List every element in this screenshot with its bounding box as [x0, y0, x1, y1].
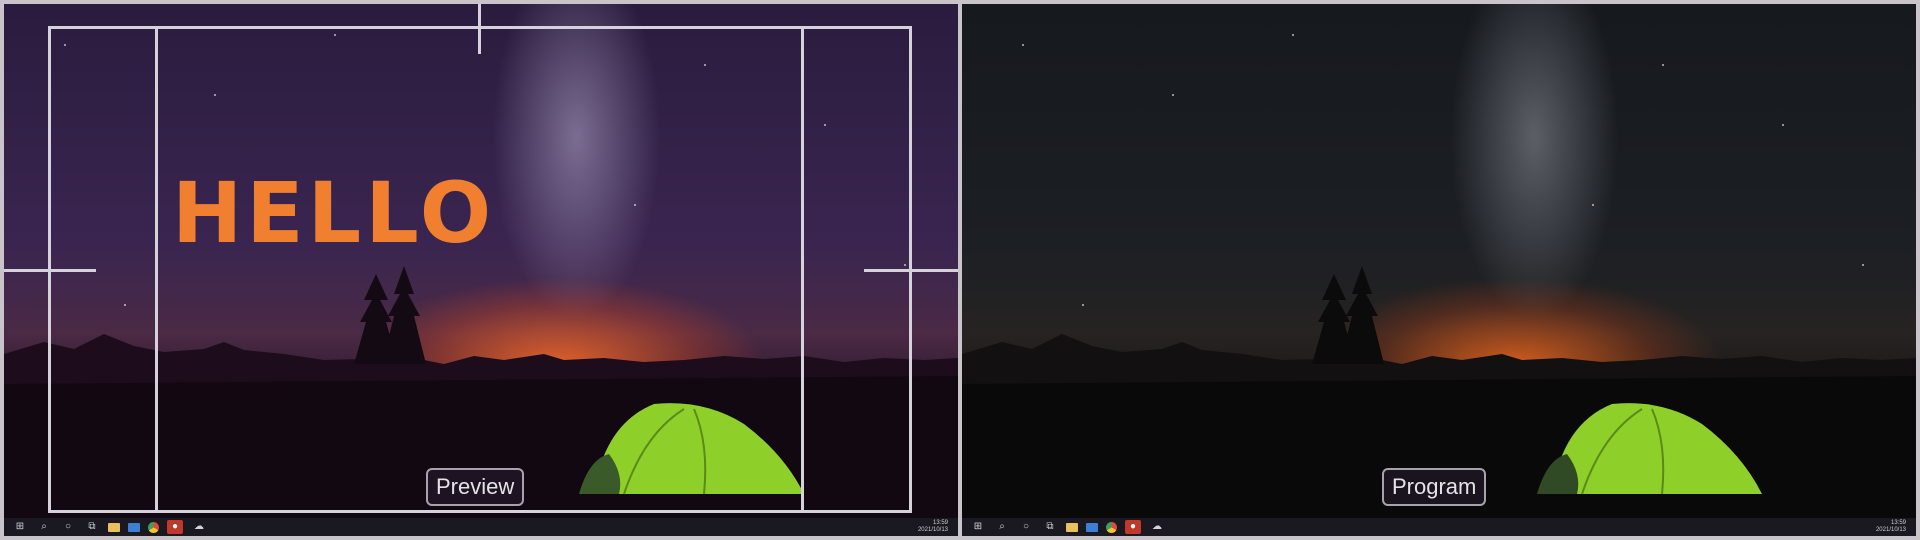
clock-date: 2021/10/13: [1875, 527, 1906, 533]
mail-icon[interactable]: [128, 522, 140, 532]
program-label: Program: [1382, 468, 1487, 506]
windows-start-icon[interactable]: ⊞: [12, 520, 28, 534]
app-icon[interactable]: ●: [167, 520, 183, 534]
mail-icon[interactable]: [1086, 522, 1098, 532]
cloud-app-icon[interactable]: ☁: [191, 520, 207, 534]
title-safe-left: [155, 26, 158, 513]
cortana-icon[interactable]: ○: [60, 520, 76, 534]
cortana-icon[interactable]: ○: [1018, 520, 1034, 534]
program-monitor[interactable]: Program ⊞ ⌕ ○ ⧉ ● ☁ 13:59 2021/10/13: [962, 4, 1916, 536]
file-explorer-icon[interactable]: [1066, 522, 1078, 532]
chrome-icon[interactable]: [1106, 521, 1117, 533]
search-icon[interactable]: ⌕: [994, 520, 1010, 534]
action-safe-bottom: [48, 510, 912, 513]
title-safe-right: [801, 26, 804, 513]
center-mark-top: [478, 4, 481, 54]
landscape: [4, 266, 958, 536]
taskbar-clock[interactable]: 13:59 2021/10/13: [1876, 520, 1906, 534]
task-view-icon[interactable]: ⧉: [1042, 520, 1058, 534]
file-explorer-icon[interactable]: [108, 522, 120, 532]
preview-monitor[interactable]: HELLO Preview ⊞ ⌕ ○ ⧉ ● ☁ 13:59 2021/10/…: [4, 4, 958, 536]
center-mark-right: [864, 269, 958, 272]
cloud-app-icon[interactable]: ☁: [1149, 520, 1165, 534]
center-mark-left: [4, 269, 96, 272]
clock-date: 2021/10/13: [917, 527, 948, 533]
app-icon[interactable]: ●: [1125, 520, 1141, 534]
taskbar: ⊞ ⌕ ○ ⧉ ● ☁ 13:59 2021/10/13: [4, 518, 958, 536]
task-view-icon[interactable]: ⧉: [84, 520, 100, 534]
chrome-icon[interactable]: [148, 521, 159, 533]
wallpaper-scene: [4, 4, 958, 536]
clock-time: 13:59: [1890, 520, 1906, 526]
wallpaper-scene: [962, 4, 1916, 536]
windows-start-icon[interactable]: ⊞: [970, 520, 986, 534]
title-overlay-text[interactable]: HELLO: [172, 164, 495, 262]
clock-time: 13:59: [932, 520, 948, 526]
search-icon[interactable]: ⌕: [36, 520, 52, 534]
landscape: [962, 266, 1916, 536]
preview-label: Preview: [426, 468, 525, 506]
taskbar-clock[interactable]: 13:59 2021/10/13: [918, 520, 948, 534]
taskbar: ⊞ ⌕ ○ ⧉ ● ☁ 13:59 2021/10/13: [962, 518, 1916, 536]
